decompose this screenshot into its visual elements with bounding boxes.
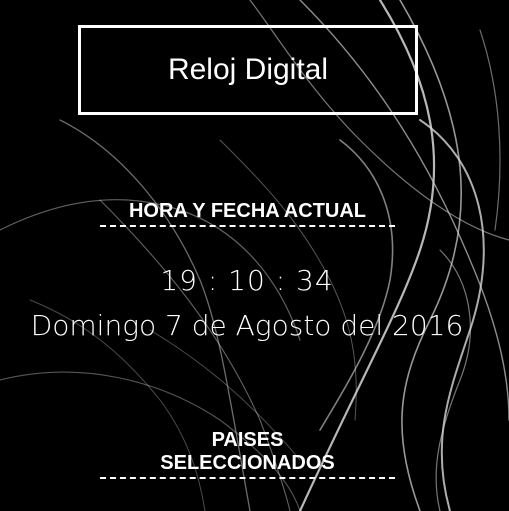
page-title: Reloj Digital	[167, 53, 329, 86]
section-heading-selected-countries: PAISES SELECCIONADOS	[100, 429, 395, 479]
current-time: 19 : 10 : 34	[160, 264, 334, 297]
section-heading-current-time: HORA Y FECHA ACTUAL	[100, 200, 395, 227]
heading-line-2: SELECCIONADOS	[160, 452, 335, 474]
current-date: Domingo 7 de Agosto del 2016	[30, 309, 464, 342]
title-box: Reloj Digital	[78, 25, 418, 115]
heading-line-1: PAISES	[211, 429, 284, 451]
app-page: Reloj Digital HORA Y FECHA ACTUAL 19 : 1…	[0, 0, 509, 511]
